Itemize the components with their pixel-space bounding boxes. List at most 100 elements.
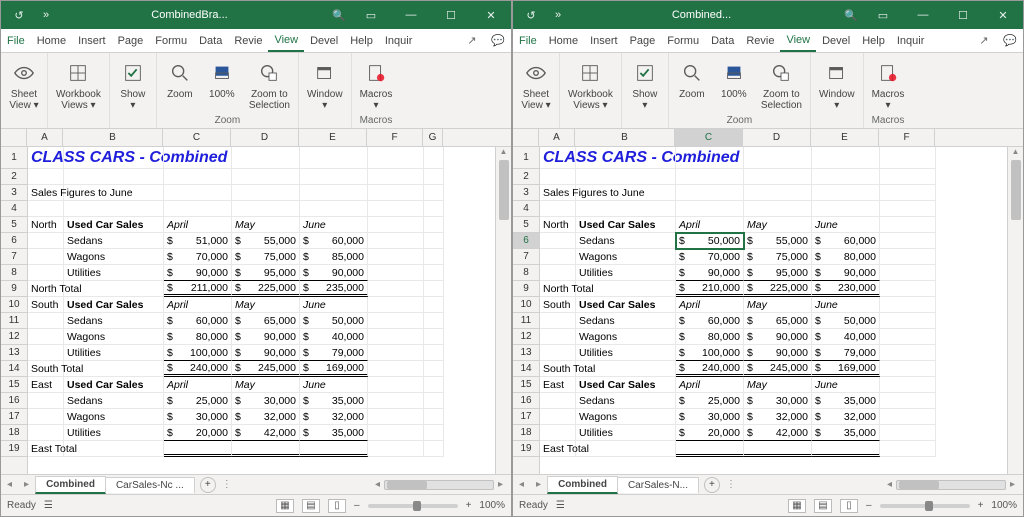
cell-B[interactable]: Utilities [64, 345, 164, 361]
titlebar[interactable]: ↺ » Combined... 🔍 ▭ — ☐ ✕ [513, 1, 1023, 29]
tab-help[interactable]: Help [344, 29, 379, 52]
col-header-E[interactable]: E [811, 129, 879, 146]
cell-E[interactable]: $40,000 [812, 329, 880, 345]
zoom-slider[interactable] [368, 504, 458, 508]
cell-C[interactable] [164, 441, 232, 457]
cell-B[interactable]: Sedans [576, 313, 676, 329]
cell-B[interactable]: Used Car Sales [64, 217, 164, 233]
cell-B[interactable]: Utilities [576, 345, 676, 361]
cell-D[interactable]: $95,000 [744, 265, 812, 281]
cell-E[interactable]: June [812, 217, 880, 233]
cell-E[interactable]: $50,000 [300, 313, 368, 329]
tab-home[interactable]: Home [31, 29, 72, 52]
select-all-corner[interactable] [513, 129, 539, 146]
row-header-15[interactable]: 15 [1, 377, 27, 393]
cell-B[interactable]: Used Car Sales [576, 217, 676, 233]
cell-C[interactable]: $60,000 [676, 313, 744, 329]
share-icon[interactable]: ↗ [971, 29, 997, 52]
col-header-B[interactable]: B [575, 129, 675, 146]
cell-D[interactable]: May [232, 297, 300, 313]
cell-C[interactable]: April [676, 217, 744, 233]
search-icon[interactable]: 🔍 [839, 1, 863, 29]
row-header-15[interactable]: 15 [513, 377, 539, 393]
tab-devel[interactable]: Devel [304, 29, 344, 52]
ribbon-opts-icon[interactable]: ▭ [863, 1, 903, 29]
cell-B[interactable]: Wagons [64, 249, 164, 265]
cell-C[interactable]: April [164, 377, 232, 393]
new-sheet-button[interactable]: + [704, 477, 720, 493]
tab-revie[interactable]: Revie [228, 29, 268, 52]
horizontal-scrollbar[interactable]: ◂▸ [736, 479, 1023, 490]
maximize-icon[interactable]: ☐ [431, 1, 471, 29]
row-header-13[interactable]: 13 [1, 345, 27, 361]
row-header-18[interactable]: 18 [513, 425, 539, 441]
cell-D[interactable]: $90,000 [232, 345, 300, 361]
cell-B[interactable]: Used Car Sales [576, 377, 676, 393]
sheet-tab-combined[interactable]: Combined [35, 476, 106, 494]
window-button[interactable]: Window▾ [303, 57, 347, 113]
cell-D[interactable]: May [232, 217, 300, 233]
zoom-out-icon[interactable]: – [354, 500, 360, 511]
cell-D[interactable]: $32,000 [744, 409, 812, 425]
tab-nav-prev[interactable]: ◂ [513, 479, 530, 490]
cell-A[interactable]: East [28, 377, 64, 393]
cell-D[interactable]: $42,000 [744, 425, 812, 441]
workbook-views-button[interactable]: WorkbookViews ▾ [52, 57, 105, 113]
cell-B[interactable]: Wagons [64, 329, 164, 345]
row-header-16[interactable]: 16 [1, 393, 27, 409]
vertical-scrollbar[interactable]: ▲ [1007, 147, 1023, 474]
zoom-100-button[interactable]: 100% [203, 57, 241, 102]
cell-B[interactable]: Used Car Sales [576, 297, 676, 313]
cell-E[interactable]: $32,000 [300, 409, 368, 425]
cell-A[interactable]: Sales Figures to June [540, 185, 576, 201]
col-header-B[interactable]: B [63, 129, 163, 146]
zoom-level[interactable]: 100% [479, 500, 505, 511]
cell-B[interactable]: Utilities [576, 265, 676, 281]
cell-D[interactable]: May [744, 377, 812, 393]
row-header-1[interactable]: 1 [1, 147, 27, 169]
zoom-button[interactable]: Zoom [673, 57, 711, 102]
tab-view[interactable]: View [268, 29, 304, 52]
cell-E[interactable] [812, 441, 880, 457]
row-header-11[interactable]: 11 [513, 313, 539, 329]
row-header-8[interactable]: 8 [1, 265, 27, 281]
row-header-17[interactable]: 17 [1, 409, 27, 425]
sheet-tab-other[interactable]: CarSales-N... [617, 477, 699, 493]
row-header-4[interactable]: 4 [1, 201, 27, 217]
window-button[interactable]: Window▾ [815, 57, 859, 113]
cell-C[interactable]: April [676, 377, 744, 393]
cell-D[interactable]: $55,000 [232, 233, 300, 249]
cell-D[interactable]: $75,000 [232, 249, 300, 265]
row-header-10[interactable]: 10 [513, 297, 539, 313]
share-icon[interactable]: ↗ [459, 29, 485, 52]
cell-C[interactable]: $51,000 [164, 233, 232, 249]
cell-E[interactable]: $50,000 [812, 313, 880, 329]
zoom-in-icon[interactable]: + [466, 500, 472, 511]
cell-B[interactable]: Wagons [576, 409, 676, 425]
cell-D[interactable]: May [232, 377, 300, 393]
row-header-17[interactable]: 17 [513, 409, 539, 425]
cell-D[interactable]: $90,000 [744, 329, 812, 345]
row-header-13[interactable]: 13 [513, 345, 539, 361]
tab-data[interactable]: Data [193, 29, 228, 52]
show-button[interactable]: Show▾ [114, 57, 152, 113]
zoom-out-icon[interactable]: – [866, 500, 872, 511]
sheet-view-button[interactable]: SheetView ▾ [517, 57, 555, 113]
minimize-icon[interactable]: — [903, 1, 943, 29]
tab-revie[interactable]: Revie [740, 29, 780, 52]
cell-E[interactable]: $90,000 [300, 265, 368, 281]
row-header-7[interactable]: 7 [513, 249, 539, 265]
row-header-16[interactable]: 16 [513, 393, 539, 409]
titlebar[interactable]: ↺ » CombinedBra... 🔍 ▭ — ☐ ✕ [1, 1, 511, 29]
tab-nav-next[interactable]: ▸ [18, 479, 35, 490]
cell-E[interactable]: June [812, 377, 880, 393]
cell-C[interactable]: $20,000 [164, 425, 232, 441]
row-header-10[interactable]: 10 [1, 297, 27, 313]
cell-A[interactable]: South Total [540, 361, 576, 377]
cell-E[interactable]: $60,000 [812, 233, 880, 249]
cell-C[interactable]: $50,000 [676, 233, 744, 249]
col-header-C[interactable]: C [163, 129, 231, 146]
cell-B[interactable]: Sedans [64, 313, 164, 329]
cell-E[interactable]: $32,000 [812, 409, 880, 425]
cell-E[interactable]: $169,000 [812, 361, 880, 377]
